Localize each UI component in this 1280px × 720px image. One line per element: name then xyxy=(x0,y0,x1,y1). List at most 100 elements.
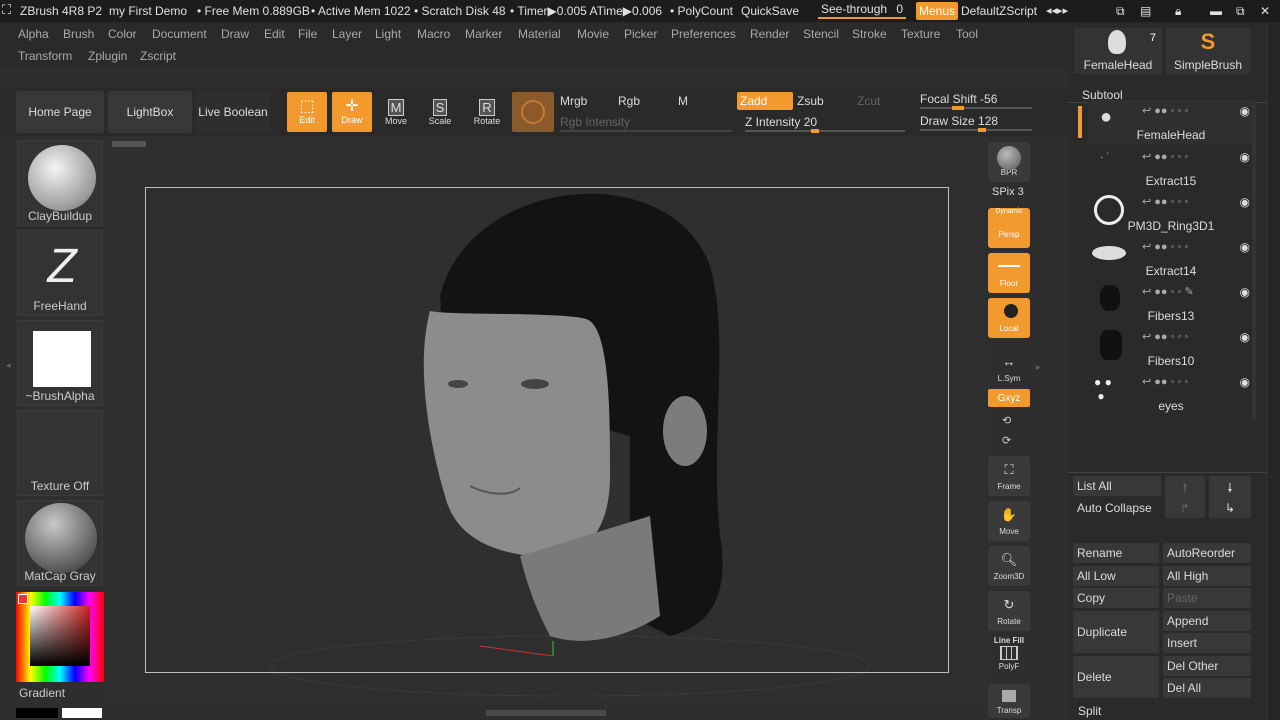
menu-layer[interactable]: Layer xyxy=(332,27,362,41)
polyf-button[interactable]: Line Fill PolyF xyxy=(988,636,1030,676)
xyz-button[interactable]: Gxyz xyxy=(988,389,1030,407)
right-edge-tray[interactable] xyxy=(1268,22,1280,720)
auto-collapse-button[interactable]: Auto Collapse xyxy=(1073,498,1161,518)
subtool-item[interactable]: eyes ● ● ● ◉ ↩ ●● ◦ ◦ ◦ xyxy=(1088,371,1254,415)
panels-icon[interactable]: ▤ xyxy=(1140,4,1151,18)
menu-stencil[interactable]: Stencil xyxy=(803,27,839,41)
menu-zplugin[interactable]: Zplugin xyxy=(88,49,127,63)
rgb-intensity-slider[interactable]: Rgb Intensity xyxy=(560,115,630,129)
rotate-view-button[interactable]: ↻ Rotate xyxy=(988,591,1030,631)
scale-button[interactable]: S Scale xyxy=(422,92,458,132)
subtool-item[interactable]: Fibers13 ◉ ↩ ●● ◦ ◦ ✎ xyxy=(1088,281,1254,325)
menu-movie[interactable]: Movie xyxy=(577,27,609,41)
menu-draw[interactable]: Draw xyxy=(221,27,249,41)
menu-alpha[interactable]: Alpha xyxy=(18,27,49,41)
subtool-item[interactable]: Extract15 · ˈ ◉ ↩ ●● ◦ ◦ ◦ xyxy=(1088,146,1254,190)
subtool-item[interactable]: FemaleHead ● ◉ ↩ ●● ◦ ◦ ◦ xyxy=(1088,100,1254,144)
color-sv-square[interactable] xyxy=(30,606,90,666)
alpha-slot[interactable]: ~BrushAlpha xyxy=(17,320,103,406)
rotate-button[interactable]: R Rotate xyxy=(469,92,505,132)
zoom3d-button[interactable]: 🔍︎ Zoom3D xyxy=(988,546,1030,586)
zadd-button[interactable]: Zadd xyxy=(737,92,793,110)
subtool-toggles-icon[interactable]: ↩ ●● ◦ ◦ ◦ xyxy=(1142,150,1188,163)
menu-texture[interactable]: Texture xyxy=(901,27,940,41)
subtool-toggles-icon[interactable]: ↩ ●● ◦ ◦ ◦ xyxy=(1142,104,1188,117)
all-low-button[interactable]: All Low xyxy=(1073,566,1159,586)
live-boolean-button[interactable]: Live Boolean xyxy=(196,91,270,133)
subtool-item[interactable]: PM3D_Ring3D1 ◉ ↩ ●● ◦ ◦ ◦ xyxy=(1088,191,1254,235)
rename-button[interactable]: Rename xyxy=(1073,543,1159,563)
minimize-icon[interactable]: ▬ xyxy=(1210,4,1222,18)
menus-button[interactable]: Menus xyxy=(916,2,959,20)
simplebrush-tool[interactable]: S SimpleBrush xyxy=(1166,28,1250,74)
persp-button[interactable]: Dynamic Persp xyxy=(988,208,1030,248)
menu-edit[interactable]: Edit xyxy=(264,27,285,41)
zsub-button[interactable]: Zsub xyxy=(797,94,824,108)
menu-document[interactable]: Document xyxy=(152,27,207,41)
subtool-item[interactable]: Extract14 ◉ ↩ ●● ◦ ◦ ◦ xyxy=(1088,236,1254,280)
right-tray-arrow-icon[interactable]: ▸ xyxy=(1036,362,1041,373)
menu-preferences[interactable]: Preferences xyxy=(671,27,736,41)
menu-color[interactable]: Color xyxy=(108,27,137,41)
delete-button[interactable]: Delete xyxy=(1073,656,1159,698)
secondary-color-swatch[interactable] xyxy=(62,708,102,718)
floor-button[interactable]: Floor xyxy=(988,253,1030,293)
draw-size-slider[interactable]: Draw Size 128 xyxy=(920,114,998,128)
visibility-eye-icon[interactable]: ◉ xyxy=(1240,150,1250,164)
menu-material[interactable]: Material xyxy=(518,27,561,41)
frame-button[interactable]: ⛶ Frame xyxy=(988,456,1030,496)
menu-transform[interactable]: Transform xyxy=(18,49,72,63)
current-tool-femalehead[interactable]: 7 FemaleHead xyxy=(1074,28,1162,74)
material-slot[interactable]: MatCap Gray xyxy=(17,500,103,586)
insert-button[interactable]: Insert xyxy=(1163,633,1251,653)
texture-slot[interactable]: Texture Off xyxy=(17,410,103,496)
spix-slider[interactable]: SPix 3 xyxy=(992,186,1024,198)
subtool-toggles-icon[interactable]: ↩ ●● ◦ ◦ ◦ xyxy=(1142,375,1188,388)
visibility-eye-icon[interactable]: ◉ xyxy=(1240,195,1250,209)
subtool-item[interactable]: Fibers10 ◉ ↩ ●● ◦ ◦ ◦ xyxy=(1088,326,1254,370)
menu-stroke[interactable]: Stroke xyxy=(852,27,887,41)
rotate-y-icon[interactable]: ⟲ xyxy=(1002,414,1011,427)
focal-shift-slider[interactable]: Focal Shift -56 xyxy=(920,92,997,106)
subtool-toggles-icon[interactable]: ↩ ●● ◦ ◦ ✎ xyxy=(1142,285,1194,298)
rotate-z-icon[interactable]: ⟳ xyxy=(1002,434,1011,447)
quicksave-button[interactable]: QuickSave xyxy=(741,4,799,18)
subtool-toggles-icon[interactable]: ↩ ●● ◦ ◦ ◦ xyxy=(1142,195,1188,208)
menu-marker[interactable]: Marker xyxy=(465,27,502,41)
move-button[interactable]: M Move xyxy=(378,92,414,132)
menu-macro[interactable]: Macro xyxy=(417,27,450,41)
z-intensity-slider[interactable]: Z Intensity 20 xyxy=(745,115,817,129)
del-all-button[interactable]: Del All xyxy=(1163,678,1251,698)
default-zscript-button[interactable]: DefaultZScript xyxy=(961,4,1037,18)
left-tray-arrow-icon[interactable]: ◂ xyxy=(6,360,11,371)
edit-button[interactable]: ⬚ Edit xyxy=(287,92,327,132)
move-view-button[interactable]: ✋ Move xyxy=(988,501,1030,541)
color-picker[interactable] xyxy=(16,592,104,682)
visibility-eye-icon[interactable]: ◉ xyxy=(1240,330,1250,344)
lsym-button[interactable]: ↔ L.Sym xyxy=(988,348,1030,388)
layout-arrows-icon[interactable]: ◂◂▸▸ xyxy=(1046,4,1068,17)
split-section[interactable]: Split xyxy=(1078,704,1101,718)
color-mode-icon[interactable] xyxy=(512,92,554,132)
draw-button[interactable]: ✛ Draw xyxy=(332,92,372,132)
menu-tool[interactable]: Tool xyxy=(956,27,978,41)
zcut-button[interactable]: Zcut xyxy=(857,94,880,108)
close-icon[interactable]: ✕ xyxy=(1260,4,1270,18)
transp-button[interactable]: Transp xyxy=(988,684,1030,718)
duplicate-button[interactable]: Duplicate xyxy=(1073,611,1159,653)
move-down-branch-icon[interactable]: ↳ xyxy=(1209,498,1251,518)
list-all-button[interactable]: List All xyxy=(1073,476,1161,496)
copy-button[interactable]: Copy xyxy=(1073,588,1159,608)
mrgb-button[interactable]: Mrgb xyxy=(560,94,587,108)
window-icon[interactable]: ⧉ xyxy=(1116,4,1125,19)
brush-clay-buildup[interactable]: ClayBuildup xyxy=(17,140,103,226)
lock-icon[interactable]: 🔒︎ xyxy=(1175,4,1181,19)
seethrough-slider[interactable]: See-through 0 xyxy=(821,2,903,16)
del-other-button[interactable]: Del Other xyxy=(1163,656,1251,676)
visibility-eye-icon[interactable]: ◉ xyxy=(1240,240,1250,254)
gradient-label[interactable]: Gradient xyxy=(19,686,65,700)
autoreorder-button[interactable]: AutoReorder xyxy=(1163,543,1251,563)
menu-light[interactable]: Light xyxy=(375,27,401,41)
menu-zscript[interactable]: Zscript xyxy=(140,49,176,63)
local-button[interactable]: Local xyxy=(988,298,1030,338)
